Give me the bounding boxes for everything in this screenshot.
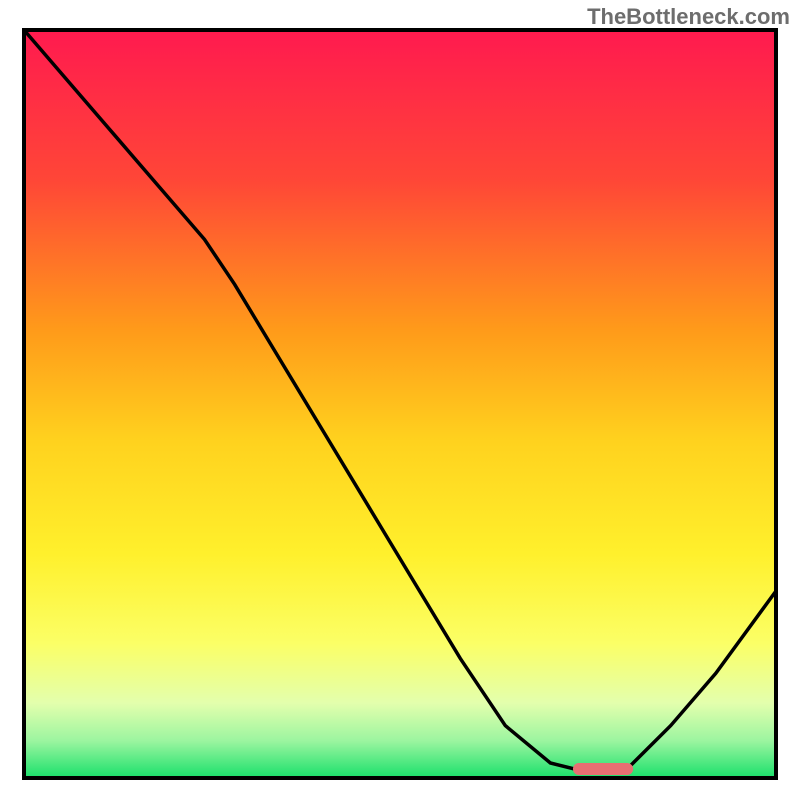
- valley-marker: [573, 763, 633, 775]
- gradient-background: [24, 30, 776, 778]
- bottleneck-chart: [0, 0, 800, 800]
- chart-container: TheBottleneck.com: [0, 0, 800, 800]
- watermark-label: TheBottleneck.com: [587, 4, 790, 30]
